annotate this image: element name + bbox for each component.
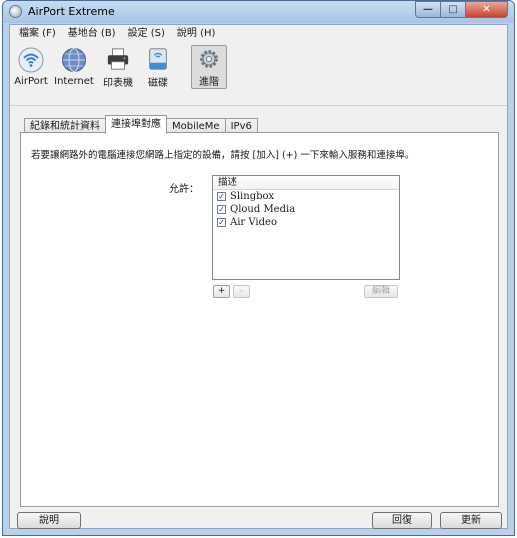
checkmark-icon: ✓ <box>218 204 225 214</box>
checkbox-slingbox[interactable]: ✓ <box>217 192 226 201</box>
instructions-text: 若要讓網路外的電腦連接您網路上指定的設備，請按 [加入] (+) 一下來輸入服務… <box>31 150 415 161</box>
maximize-button[interactable]: □ <box>441 1 466 18</box>
help-button[interactable]: 說明 <box>17 512 81 529</box>
checkmark-icon: ✓ <box>218 217 225 227</box>
checkmark-icon: ✓ <box>218 191 225 201</box>
toolbar-advanced-label: 進階 <box>199 77 219 88</box>
toolbar-disks[interactable]: 磁碟 <box>142 45 174 89</box>
window-controls: — □ ✕ <box>415 1 508 19</box>
minimize-icon: — <box>423 4 433 15</box>
allow-label: 允許： <box>169 184 199 195</box>
printer-icon <box>107 48 129 70</box>
list-item-label: Slingbox <box>230 191 275 202</box>
remove-button[interactable]: - <box>233 285 250 298</box>
menu-base-station[interactable]: 基地台 (B) <box>62 25 122 43</box>
list-item-label: Air Video <box>230 217 277 228</box>
wifi-icon <box>18 47 44 73</box>
add-button[interactable]: + <box>213 285 230 298</box>
list-item[interactable]: ✓ Qloud Media <box>213 203 399 216</box>
window-title: AirPort Extreme <box>28 5 115 18</box>
gear-icon <box>200 50 218 68</box>
toolbar-printer[interactable]: 印表機 <box>98 45 138 89</box>
list-item[interactable]: ✓ Air Video <box>213 216 399 229</box>
edit-button[interactable]: 編輯 <box>364 285 398 298</box>
menu-file[interactable]: 檔案 (F) <box>13 25 62 43</box>
menu-settings[interactable]: 設定 (S) <box>122 25 171 43</box>
port-mapping-list[interactable]: 描述 ✓ Slingbox ✓ Qloud Media ✓ Air Video <box>212 175 400 280</box>
toolbar-internet-label: Internet <box>54 76 94 87</box>
globe-icon <box>62 48 86 72</box>
tab-strip: 紀錄和統計資料 連接埠對應 MobileMe IPv6 <box>24 115 258 134</box>
toolbar: AirPort Internet 印表機 磁碟 進階 <box>10 43 507 105</box>
checkbox-qloud-media[interactable]: ✓ <box>217 205 226 214</box>
title-bar[interactable]: AirPort Extreme — □ ✕ <box>3 1 514 23</box>
close-button[interactable]: ✕ <box>466 1 508 18</box>
window-content: 檔案 (F) 基地台 (B) 設定 (S) 說明 (H) AirPort Int… <box>9 24 508 529</box>
menu-bar: 檔案 (F) 基地台 (B) 設定 (S) 說明 (H) <box>10 25 507 43</box>
update-button[interactable]: 更新 <box>440 512 502 529</box>
list-header-description[interactable]: 描述 <box>213 176 399 190</box>
close-icon: ✕ <box>482 4 491 15</box>
airport-utility-icon <box>9 5 22 18</box>
toolbar-divider <box>10 105 507 106</box>
toolbar-printer-label: 印表機 <box>103 78 133 89</box>
revert-button[interactable]: 回復 <box>372 512 432 529</box>
maximize-icon: □ <box>448 4 458 15</box>
toolbar-internet[interactable]: Internet <box>52 45 96 89</box>
toolbar-airport-label: AirPort <box>14 76 48 87</box>
minimize-button[interactable]: — <box>415 1 441 18</box>
list-item-label: Qloud Media <box>230 204 296 215</box>
checkbox-air-video[interactable]: ✓ <box>217 218 226 227</box>
toolbar-advanced[interactable]: 進階 <box>191 45 227 89</box>
port-mapping-panel: 若要讓網路外的電腦連接您網路上指定的設備，請按 [加入] (+) 一下來輸入服務… <box>20 132 499 507</box>
tab-port-mapping[interactable]: 連接埠對應 <box>105 115 167 134</box>
toolbar-disks-label: 磁碟 <box>148 78 168 89</box>
menu-help[interactable]: 說明 (H) <box>171 25 222 43</box>
toolbar-airport[interactable]: AirPort <box>12 45 50 89</box>
app-window: AirPort Extreme — □ ✕ 檔案 (F) 基地台 (B) 設定 … <box>2 0 515 536</box>
list-item[interactable]: ✓ Slingbox <box>213 190 399 203</box>
disk-icon <box>149 48 167 70</box>
